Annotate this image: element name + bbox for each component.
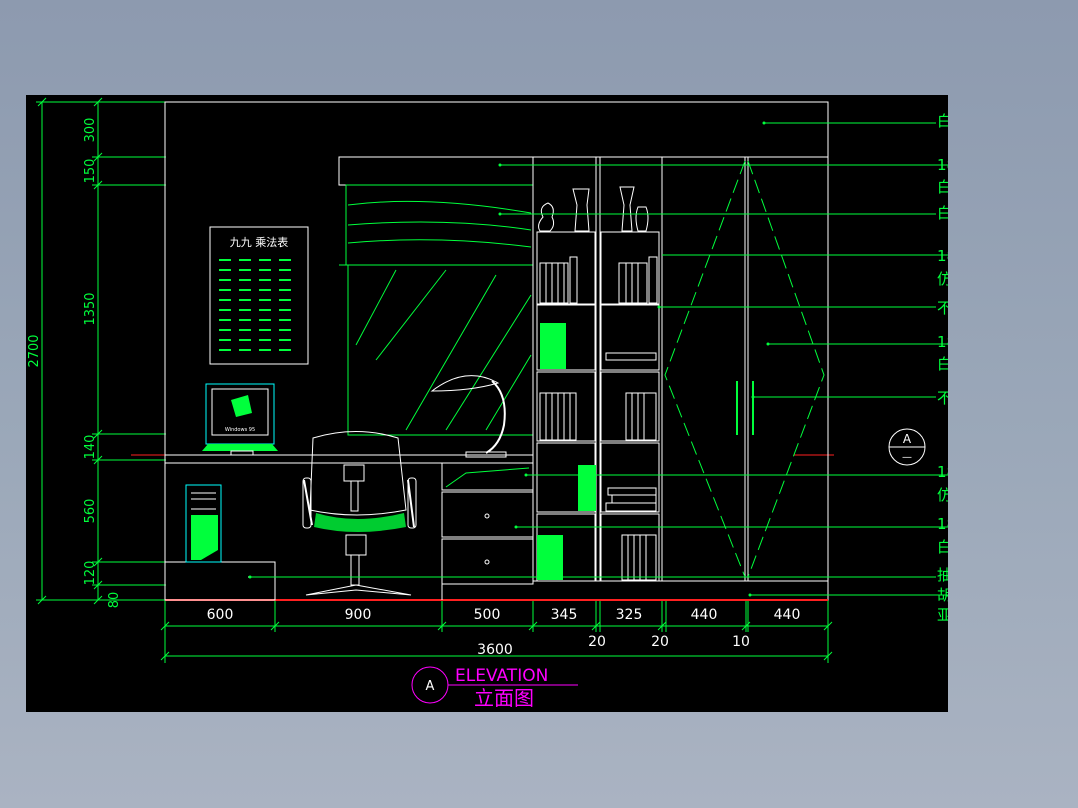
dim-h-2: 500: [474, 607, 501, 623]
dim-v-2: 1350: [83, 292, 98, 325]
dim-h-3: 345: [551, 607, 578, 623]
annotation-6-line1: 不锈钢拉手: [937, 389, 948, 407]
annotation-3-line2: 仿木纹防火板: [937, 270, 948, 288]
title-chinese: 立面图: [474, 686, 534, 710]
dim-v-6: 80: [107, 592, 122, 609]
annotation-1-line1: 18厘夹板基层: [937, 156, 948, 174]
dim-total-height: 2700: [27, 334, 42, 367]
dim-h-4: 325: [616, 607, 643, 623]
dim-total-width: 3600: [477, 642, 513, 658]
annotation-2-line1: 白色轻纱卷帘: [937, 204, 948, 222]
title-section-mark: A: [426, 679, 435, 694]
svg-text:—: —: [902, 452, 912, 463]
title-block: A ELEVATION 立面图: [411, 666, 578, 710]
dim-v-0: 300: [83, 118, 98, 143]
dim-v-5: 120: [83, 561, 98, 586]
annotation-0-line1: 白色乳胶漆: [937, 112, 948, 130]
annotation-8-line2: 白色防火板: [937, 538, 948, 556]
annotation-7-line1: 18厘夹板基层: [937, 463, 948, 481]
annotation-10-line2: 亚光清漆: [937, 606, 948, 624]
dim-gap-0: 20: [588, 634, 606, 650]
dim-h-0: 600: [207, 607, 234, 623]
cad-viewport[interactable]: 九九 乘法表 Windows 95 A — 2700 300 150 1350 …: [26, 95, 948, 712]
wardrobe: [661, 156, 829, 582]
vertical-dimension-lines: [36, 97, 166, 605]
title-elevation: ELEVATION: [455, 666, 548, 686]
poster-title: 九九 乘法表: [230, 235, 289, 249]
annotation-9-line1: 抽屉: [937, 566, 948, 584]
pc-tower: [185, 484, 222, 563]
annotation-3-line1: 18厘夹板基层: [937, 247, 948, 265]
annotation-4-line1: 不锈钢托: [937, 299, 948, 317]
monitor-caption: Windows 95: [225, 427, 255, 433]
annotation-1-line2: 白色乳胶漆: [937, 178, 948, 196]
dim-gap-1: 20: [651, 634, 669, 650]
office-chair: [302, 431, 417, 596]
annotation-5-line2: 白色防火板: [937, 355, 948, 373]
dim-h-6: 440: [774, 607, 801, 623]
annotation-7-line2: 仿木纹防火板: [937, 486, 948, 504]
annotation-8-line1: 18厘夹板基层: [937, 515, 948, 533]
annotation-10-line1: 胡桃木夹板: [937, 586, 948, 604]
computer-monitor: Windows 95: [202, 383, 278, 456]
elevation-drawing: 九九 乘法表 Windows 95 A — 2700 300 150 1350 …: [27, 97, 948, 710]
dim-gap-2: 10: [732, 634, 750, 650]
dim-v-1: 150: [83, 159, 98, 184]
section-marker: A —: [888, 428, 926, 466]
multiplication-poster: 九九 乘法表: [209, 226, 309, 365]
bookshelf: [532, 156, 663, 582]
window-blind: [338, 156, 534, 436]
annotation-5-line1: 18厘夹板基层: [937, 333, 948, 351]
dim-h-1: 900: [345, 607, 372, 623]
section-mark-label: A: [903, 432, 912, 446]
annotation-labels: 白色乳胶漆 18厘夹板基层 白色乳胶漆 白色轻纱卷帘 18厘夹板基层 仿木纹防火…: [937, 112, 948, 624]
dim-v-3: 140: [83, 435, 98, 460]
dim-h-5: 440: [691, 607, 718, 623]
dim-v-4: 560: [83, 499, 98, 524]
desk-lamp: [430, 375, 507, 458]
